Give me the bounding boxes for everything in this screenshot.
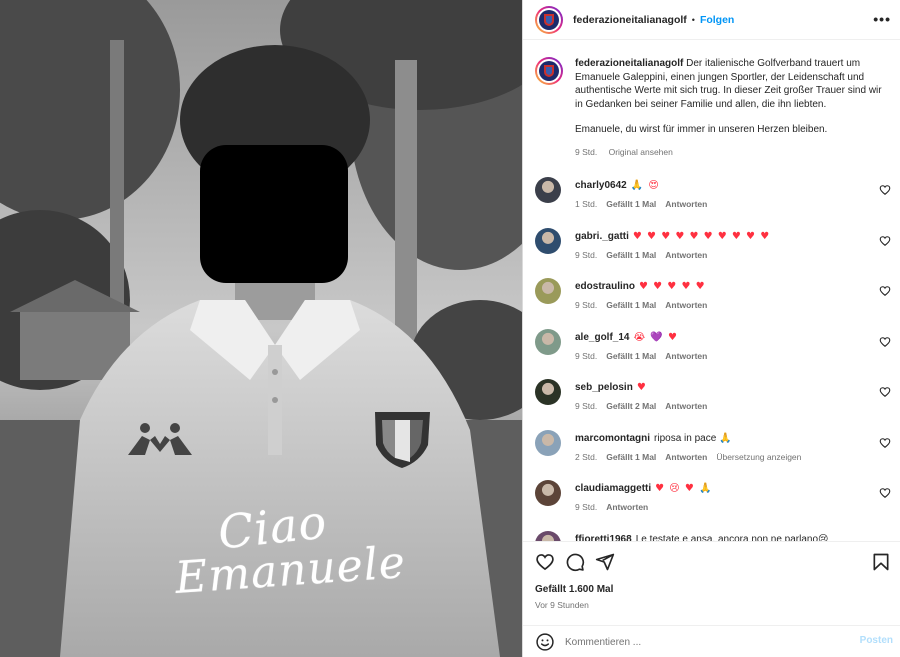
header-username[interactable]: federazioneitalianagolf [573,14,687,26]
comment-input[interactable] [565,630,845,654]
reply-button[interactable]: Antworten [665,199,707,209]
comment-time: 9 Std. [575,502,598,512]
commenter-avatar[interactable] [535,278,561,304]
comment-time: 1 Std. [575,199,598,209]
comment-likes[interactable]: Gefällt 1 Mal [606,300,656,310]
header-separator: • [691,14,695,25]
profile-avatar[interactable] [535,5,563,34]
more-options-icon[interactable]: ••• [873,11,891,27]
comment-text: Le testate e ansa. ancora non ne parlano… [635,533,829,542]
commenter-username[interactable]: seb_pelosin [575,382,633,393]
comment-emoji: 🙏 [719,432,733,444]
comment-likes[interactable]: Gefällt 1 Mal [606,199,656,209]
comment-like-heart-icon[interactable] [879,184,891,196]
federation-crest-icon [544,13,554,26]
comment-text: riposa in pace [654,432,717,444]
comment-time: 9 Std. [575,300,598,310]
comment-item: marcomontagni riposa in pace 🙏 2 Std. Gefäl… [535,429,891,470]
comment-item: gabri._gatti ♥ ♥ ♥ ♥ ♥ ♥ ♥ ♥ ♥ ♥ 9 Std. Gef… [535,227,891,268]
like-heart-icon[interactable] [535,552,555,572]
comment-time: 9 Std. [575,350,598,361]
post-header: federazioneitalianagolf • Folgen ••• [523,0,900,40]
reply-button[interactable]: Antworten [665,452,707,462]
reply-button[interactable]: Antworten [665,351,707,361]
follow-button[interactable]: Folgen [700,14,734,26]
commenter-avatar[interactable] [535,429,561,456]
caption-time: 9 Std. [575,146,598,157]
comment-item: ffioretti1968 Le testate e ansa. ancora n… [535,530,891,542]
comment-like-heart-icon[interactable] [879,235,891,247]
share-send-icon[interactable] [595,552,615,572]
commenter-username[interactable]: gabri._gatti [575,231,629,242]
commenter-username[interactable]: ale_golf_14 [575,332,629,343]
reply-button[interactable]: Antworten [665,250,707,260]
commenter-username[interactable]: marcomontagni [575,433,650,444]
comment-like-heart-icon[interactable] [879,487,891,499]
comment-like-heart-icon[interactable] [879,336,891,348]
comment-emoji: 🙏 😍 [630,180,660,191]
caption-username[interactable]: federazioneitalianagolf [575,58,683,69]
comment-emoji: ♥ ♥ ♥ ♥ ♥ ♥ ♥ ♥ ♥ ♥ [632,230,771,242]
action-bar [535,550,891,574]
caption-avatar[interactable] [535,57,563,85]
post-comment-button[interactable]: Posten [860,635,893,646]
commenter-username[interactable]: claudiamaggetti [575,483,651,494]
comments-scroll-area[interactable]: federazioneitalianagolf Der italienische… [523,41,900,541]
comment-bubble-icon[interactable] [565,552,585,572]
reply-button[interactable]: Antworten [665,401,707,411]
commenter-avatar[interactable] [535,379,561,405]
comment-likes[interactable]: Gefällt 2 Mal [606,401,656,411]
commenter-avatar[interactable] [535,328,561,355]
post-caption: federazioneitalianagolf Der italienische… [535,57,891,159]
comment-time: 9 Std. [575,401,598,411]
likes-count[interactable]: Gefällt 1.600 Mal [535,584,613,595]
comment-time: 2 Std. [575,451,598,462]
commenter-avatar[interactable] [535,480,561,506]
post-time-ago: Vor 9 Stunden [535,600,589,610]
comment-item: seb_pelosin ♥ 9 Std. Gefällt 2 Mal Antworten [535,379,891,419]
comment-likes[interactable]: Gefällt 1 Mal [606,351,656,361]
commenter-avatar[interactable] [535,227,561,254]
commenter-username[interactable]: charly0642 [575,180,627,191]
federation-crest-icon [544,65,554,77]
commenter-avatar[interactable] [535,530,561,541]
post-footer: Gefällt 1.600 Mal Vor 9 Stunden Posten [523,541,900,657]
comment-emoji: ♥ [636,382,647,393]
comment-emoji: 😭 💜 ♥ [633,331,678,343]
instagram-post-modal: Ciao Emanuele federazioneitalianagolf • … [0,0,900,657]
see-original-link[interactable]: Original ansehen [609,147,673,157]
comment-likes[interactable]: Gefällt 1 Mal [606,452,656,462]
commenter-username[interactable]: ffioretti1968 [575,534,632,542]
commenter-username[interactable]: edostraulino [575,281,635,292]
face-redaction-block [200,145,348,283]
comment-like-heart-icon[interactable] [879,285,891,297]
comment-item: ale_golf_14 😭 💜 ♥ 9 Std. Gefällt 1 Mal Antwo… [535,328,891,369]
comment-item: charly0642 🙏 😍 1 Std. Gefällt 1 Mal Antworte… [535,177,891,217]
save-bookmark-icon[interactable] [871,552,891,572]
comment-likes[interactable]: Gefällt 1 Mal [606,250,656,260]
translate-link[interactable]: Übersetzung anzeigen [716,452,801,462]
comment-emoji: ♥ ♥ ♥ ♥ ♥ [639,281,706,292]
emoji-smiley-icon[interactable] [535,632,555,652]
caption-paragraph-2: Emanuele, du wirst für immer in unseren … [575,124,828,135]
comment-item: edostraulino ♥ ♥ ♥ ♥ ♥ 9 Std. Gefällt 1 Mal… [535,278,891,318]
comment-item: claudiamaggetti ♥ 😢 ♥ 🙏 9 Std. Antworten [535,480,891,520]
comment-like-heart-icon[interactable] [879,386,891,398]
post-side-panel: federazioneitalianagolf • Folgen ••• fed… [522,0,900,657]
commenter-avatar[interactable] [535,177,561,203]
comment-time: 9 Std. [575,249,598,260]
add-comment-bar: Posten [523,625,900,657]
comment-like-heart-icon[interactable] [879,437,891,449]
post-image[interactable]: Ciao Emanuele [0,0,522,657]
reply-button[interactable]: Antworten [606,502,648,512]
reply-button[interactable]: Antworten [665,300,707,310]
comment-emoji: ♥ 😢 ♥ 🙏 [655,483,713,494]
